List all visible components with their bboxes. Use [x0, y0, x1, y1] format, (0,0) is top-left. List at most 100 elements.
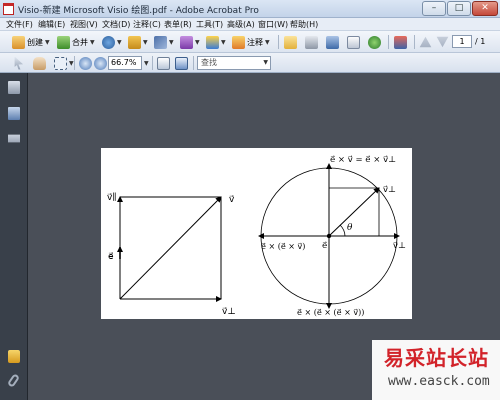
- find-input[interactable]: 查找 ▼: [197, 56, 271, 70]
- create-pdf-icon: [12, 35, 25, 49]
- bookmarks-panel-icon[interactable]: [8, 107, 20, 120]
- create-label: 创建: [27, 37, 43, 47]
- chevron-down-icon: ▼: [45, 38, 50, 46]
- page-layout-icon: [157, 56, 170, 70]
- acrobat-app-icon: [3, 3, 14, 15]
- next-page-button[interactable]: [436, 34, 449, 50]
- watermark-title: 易采站长站: [384, 346, 489, 370]
- collaborate-button[interactable]: ▼: [102, 34, 122, 50]
- comment-label: 注释: [247, 37, 263, 47]
- pages-panel-icon[interactable]: [8, 81, 20, 94]
- page-total: / 1: [475, 37, 486, 46]
- chevron-down-icon: ▼: [143, 38, 148, 46]
- zoom-dropdown-icon[interactable]: ▼: [144, 60, 149, 67]
- chevron-down-icon: ▼: [195, 38, 200, 46]
- title-bar: Visio-新建 Microsoft Visio 绘图.pdf - Adobe …: [0, 0, 500, 18]
- collaborate-icon: [102, 35, 115, 49]
- v-arrow: [119, 196, 222, 300]
- lock-icon: [128, 35, 141, 49]
- toolbar-separator: [74, 56, 75, 70]
- comments-panel-icon[interactable]: [8, 350, 20, 363]
- site-watermark: 易采站长站 www.easck.com: [372, 340, 500, 400]
- minimize-button[interactable]: –: [422, 1, 446, 16]
- vector-diagram: v⃗∥ v⃗ e⃗ v⃗⊥ e⃗ × v⃗ = e⃗ × v⃗⊥ v⃗⊥ v⃗⊥: [107, 155, 406, 317]
- pdf-page: v⃗∥ v⃗ e⃗ v⃗⊥ e⃗ × v⃗ = e⃗ × v⃗⊥ v⃗⊥ v⃗⊥: [101, 148, 412, 319]
- menu-help[interactable]: 帮助(H): [290, 19, 318, 30]
- toolbar-separator: [152, 56, 153, 70]
- menu-edit[interactable]: 编辑(E): [38, 19, 65, 30]
- navigation-toolbar: ▼ 66.7% ▼ 查找 ▼: [0, 53, 500, 73]
- create-button[interactable]: 创建 ▼: [12, 34, 50, 50]
- fit-page-button[interactable]: [175, 55, 188, 71]
- zoom-level-input[interactable]: 66.7%: [108, 56, 142, 70]
- hand-icon: [33, 56, 46, 70]
- label-v: v⃗: [229, 195, 235, 205]
- menu-advanced[interactable]: 高级(A): [227, 19, 255, 30]
- sign-button[interactable]: ▼: [154, 34, 174, 50]
- cursor-icon: [14, 56, 24, 70]
- menu-forms[interactable]: 表单(R): [164, 19, 192, 30]
- comment-pen-icon: [232, 35, 245, 49]
- label-e-center: e⃗: [322, 241, 328, 251]
- theta-arc: [339, 224, 346, 237]
- zoom-out-button[interactable]: [79, 55, 92, 71]
- left-decomposition-diagram: v⃗∥ v⃗ e⃗ v⃗⊥: [107, 192, 236, 317]
- zoom-in-button[interactable]: [94, 55, 107, 71]
- review-button[interactable]: [394, 34, 407, 50]
- menu-document[interactable]: 文档(D): [102, 19, 130, 30]
- form-icon: [180, 35, 193, 49]
- select-tool-button[interactable]: [12, 55, 25, 71]
- menu-bar: 文件(F) 编辑(E) 视图(V) 文档(D) 注释(C) 表单(R) 工具(T…: [0, 18, 500, 31]
- main-toolbar: 创建 ▼ 合并 ▼ ▼ ▼ ▼ ▼ ▼ 注释 ▼ 1 / 1: [0, 31, 500, 53]
- chevron-down-icon: ▼: [90, 38, 95, 46]
- secure-button[interactable]: ▼: [128, 34, 148, 50]
- maximize-button[interactable]: □: [447, 1, 471, 16]
- chevron-down-icon: ▼: [265, 38, 270, 46]
- printer-icon: [305, 35, 318, 49]
- scrolling-mode-button[interactable]: [157, 55, 170, 71]
- page-number-input[interactable]: 1: [452, 35, 472, 48]
- find-placeholder: 查找: [201, 58, 217, 67]
- attachments-panel-icon[interactable]: [6, 373, 21, 388]
- label-e: e⃗: [108, 252, 114, 262]
- label-triple-cross: e⃗ × (e⃗ × (e⃗ × v⃗)): [297, 308, 364, 317]
- combine-button[interactable]: 合并 ▼: [57, 34, 95, 50]
- email-button[interactable]: [347, 34, 360, 50]
- label-v-parallel: v⃗∥: [107, 192, 117, 203]
- chevron-down-icon: ▼: [69, 59, 74, 67]
- previous-page-button[interactable]: [419, 34, 432, 50]
- watermark-url: www.easck.com: [388, 374, 490, 389]
- menu-comments[interactable]: 注释(C): [133, 19, 161, 30]
- comment-button[interactable]: 注释 ▼: [232, 34, 270, 50]
- floppy-icon: [326, 35, 339, 49]
- save-button[interactable]: [326, 34, 339, 50]
- menu-tools[interactable]: 工具(T): [196, 19, 223, 30]
- share-button[interactable]: [368, 34, 381, 50]
- menu-window[interactable]: 窗口(W): [258, 19, 288, 30]
- forms-button[interactable]: ▼: [180, 34, 200, 50]
- multimedia-button[interactable]: ▼: [206, 34, 226, 50]
- menu-view[interactable]: 视图(V): [70, 19, 98, 30]
- review-icon: [394, 35, 407, 49]
- menu-file[interactable]: 文件(F): [6, 19, 33, 30]
- window-title: Visio-新建 Microsoft Visio 绘图.pdf - Adobe …: [18, 6, 259, 16]
- origin-dot: [326, 233, 332, 239]
- print-button[interactable]: [305, 34, 318, 50]
- globe-icon: [368, 35, 381, 49]
- toolbar-separator: [414, 35, 415, 49]
- toolbar-separator: [193, 56, 194, 70]
- hand-tool-button[interactable]: [33, 55, 46, 71]
- toolbar-separator: [388, 35, 389, 49]
- signatures-panel-icon[interactable]: [8, 134, 20, 143]
- chevron-down-icon: ▼: [117, 38, 122, 46]
- marquee-zoom-button[interactable]: ▼: [54, 55, 74, 71]
- open-button[interactable]: [284, 34, 297, 50]
- folder-icon: [284, 35, 297, 49]
- close-button[interactable]: ✕: [472, 1, 498, 16]
- label-v-perp: v⃗⊥: [222, 307, 236, 317]
- label-cross-product: e⃗ × v⃗ = e⃗ × v⃗⊥: [330, 155, 396, 165]
- marquee-zoom-icon: [54, 56, 67, 70]
- label-v-perp-right: v⃗⊥: [393, 241, 406, 251]
- toolbar-separator: [278, 35, 279, 49]
- zoom-in-icon: [94, 56, 107, 70]
